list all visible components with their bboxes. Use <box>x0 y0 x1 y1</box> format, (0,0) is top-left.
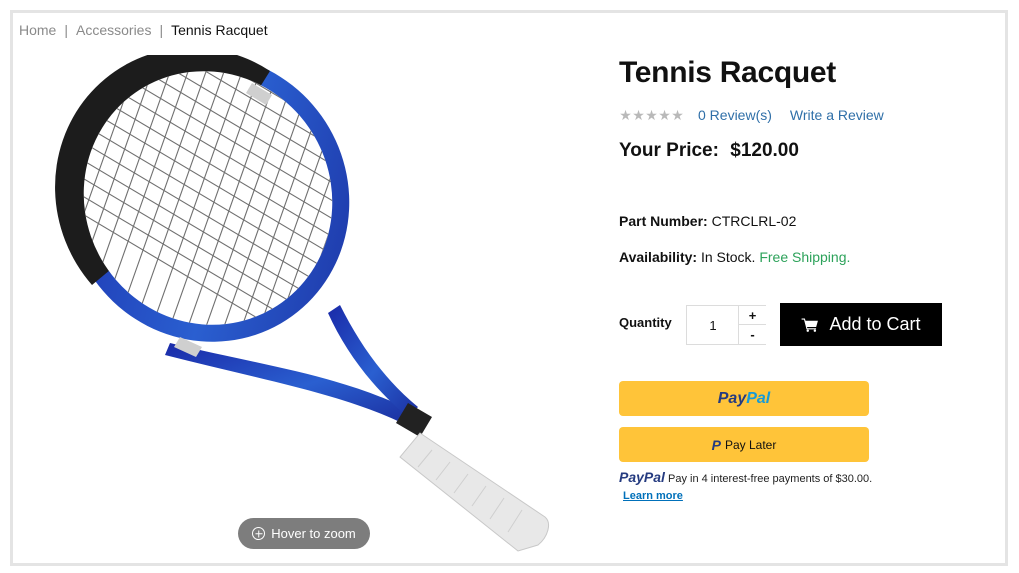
star-icon: ★ <box>645 107 658 123</box>
quantity-input[interactable] <box>687 306 739 344</box>
paypal-wordmark-pay: Pay <box>717 389 747 407</box>
quantity-label: Quantity <box>619 315 672 330</box>
breadcrumb-home-link[interactable]: Home <box>19 22 56 38</box>
price-value: $120.00 <box>730 140 799 161</box>
price-row: Your Price: $120.00 <box>619 140 799 162</box>
shopping-cart-icon <box>802 317 819 332</box>
paypal-pay-later-button[interactable]: P Pay Later <box>619 427 869 462</box>
star-icon: ★ <box>658 107 671 123</box>
breadcrumb: Home | Accessories | Tennis Racquet <box>19 22 268 38</box>
availability-row: Availability: In Stock. Free Shipping. <box>619 249 850 265</box>
write-review-link[interactable]: Write a Review <box>790 107 884 123</box>
free-shipping-text: Free Shipping. <box>759 249 851 265</box>
star-icon: ★ <box>632 107 645 123</box>
part-number-label: Part Number: <box>619 213 708 229</box>
quantity-increment-button[interactable]: + <box>738 306 766 325</box>
part-number-value: CTRCLRL-02 <box>711 213 797 229</box>
star-icon: ★ <box>671 107 684 123</box>
breadcrumb-separator: | <box>64 22 68 38</box>
zoom-plus-icon <box>252 527 266 540</box>
add-to-cart-label: Add to Cart <box>829 314 921 334</box>
paypal-wordmark-pal: Pal <box>746 389 771 407</box>
paypal-logo-icon: PayPal <box>619 469 665 485</box>
quantity-stepper: + - <box>686 305 766 345</box>
paypal-p-icon: P <box>711 436 721 453</box>
add-to-cart-button[interactable]: Add to Cart <box>780 303 942 346</box>
zoom-hint-label: Hover to zoom <box>271 526 356 541</box>
part-number-row: Part Number: CTRCLRL-02 <box>619 213 796 229</box>
paypal-installments-message: PayPal Pay in 4 interest-free payments o… <box>619 469 879 505</box>
quantity-decrement-button[interactable]: - <box>738 325 766 344</box>
rating-row: ★ ★ ★ ★ ★ 0 Review(s) Write a Review <box>619 107 884 123</box>
hover-to-zoom-hint: Hover to zoom <box>238 518 370 549</box>
product-title: Tennis Racquet <box>619 56 836 89</box>
availability-label: Availability: <box>619 249 698 265</box>
paypal-checkout-button[interactable]: Pay Pal <box>619 381 869 416</box>
installments-text: Pay in 4 interest-free payments of $30.0… <box>668 473 873 485</box>
price-label: Your Price: <box>619 140 719 161</box>
reviews-count-link[interactable]: 0 Review(s) <box>698 107 772 123</box>
tennis-racquet-image[interactable] <box>40 55 580 555</box>
breadcrumb-accessories-link[interactable]: Accessories <box>76 22 151 38</box>
star-icon: ★ <box>619 107 632 123</box>
star-rating: ★ ★ ★ ★ ★ <box>619 108 684 122</box>
availability-value: In Stock. <box>700 249 756 265</box>
breadcrumb-current: Tennis Racquet <box>171 22 268 38</box>
learn-more-link[interactable]: Learn more <box>623 490 683 502</box>
pay-later-label: Pay Later <box>724 437 777 452</box>
product-image-area[interactable] <box>40 55 580 555</box>
breadcrumb-separator: | <box>159 22 164 38</box>
